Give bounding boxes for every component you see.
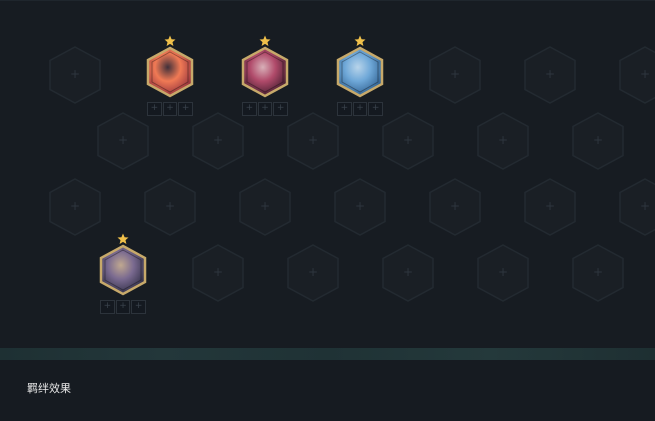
empty-hex-slot[interactable]: + <box>192 112 244 170</box>
empty-hex-slot[interactable]: + <box>619 178 655 236</box>
champion-portrait <box>146 46 194 98</box>
traits-panel: 羁绊效果 <box>0 360 655 421</box>
svg-text:+: + <box>593 265 603 279</box>
board-unit-champion-1[interactable]: + + + <box>144 35 196 118</box>
board-unit-champion-4[interactable]: + + + <box>97 233 149 316</box>
empty-hex-slot[interactable]: + <box>477 244 529 302</box>
svg-text:+: + <box>403 133 413 147</box>
empty-hex-slot[interactable]: + <box>287 244 339 302</box>
empty-hex-slot[interactable]: + <box>239 178 291 236</box>
item-slot[interactable]: + <box>100 300 115 314</box>
empty-hex-slot[interactable]: + <box>382 244 434 302</box>
svg-text:+: + <box>593 133 603 147</box>
svg-text:+: + <box>70 199 80 213</box>
item-slot[interactable]: + <box>115 300 131 314</box>
empty-hex-slot[interactable]: + <box>429 178 481 236</box>
empty-hex-slot[interactable]: + <box>524 178 576 236</box>
item-slots: + + + <box>242 102 289 116</box>
svg-text:+: + <box>118 133 128 147</box>
empty-hex-slot[interactable]: + <box>619 46 655 104</box>
item-slots: + + + <box>100 300 147 314</box>
champion-portrait <box>336 46 384 98</box>
item-slot[interactable]: + <box>352 102 368 116</box>
svg-text:+: + <box>213 133 223 147</box>
item-slot[interactable]: + <box>337 102 352 116</box>
empty-hex-slot[interactable]: + <box>49 178 101 236</box>
svg-text:+: + <box>545 67 555 81</box>
empty-hex-slot[interactable]: + <box>572 244 624 302</box>
empty-hex-slot[interactable]: + <box>382 112 434 170</box>
svg-text:+: + <box>545 199 555 213</box>
champion-portrait <box>241 46 289 98</box>
svg-text:+: + <box>260 199 270 213</box>
item-slot[interactable]: + <box>273 102 289 116</box>
svg-text:+: + <box>640 67 650 81</box>
svg-text:+: + <box>165 199 175 213</box>
empty-hex-slot[interactable]: + <box>572 112 624 170</box>
svg-text:+: + <box>70 67 80 81</box>
empty-hex-slot[interactable]: + <box>429 46 481 104</box>
item-slot[interactable]: + <box>242 102 257 116</box>
empty-hex-slot[interactable]: + <box>524 46 576 104</box>
champion-portrait <box>99 244 147 296</box>
svg-text:+: + <box>450 67 460 81</box>
svg-text:+: + <box>640 199 650 213</box>
empty-hex-slot[interactable]: + <box>334 178 386 236</box>
svg-text:+: + <box>450 199 460 213</box>
empty-hex-slot[interactable]: + <box>192 244 244 302</box>
svg-text:+: + <box>308 133 318 147</box>
item-slot[interactable]: + <box>162 102 178 116</box>
game-board: + + + + + + + + + + + + + + + + + + + + … <box>0 0 655 349</box>
svg-text:+: + <box>308 265 318 279</box>
traits-title: 羁绊效果 <box>27 382 71 395</box>
svg-text:+: + <box>498 133 508 147</box>
empty-hex-slot[interactable]: + <box>477 112 529 170</box>
empty-hex-slot[interactable]: + <box>97 112 149 170</box>
item-slot[interactable]: + <box>147 102 162 116</box>
item-slot[interactable]: + <box>131 300 147 314</box>
item-slots: + + + <box>337 102 384 116</box>
board-unit-champion-3[interactable]: + + + <box>334 35 386 118</box>
item-slot[interactable]: + <box>368 102 384 116</box>
item-slot[interactable]: + <box>257 102 273 116</box>
svg-text:+: + <box>498 265 508 279</box>
svg-text:+: + <box>403 265 413 279</box>
board-unit-champion-2[interactable]: + + + <box>239 35 291 118</box>
board-divider <box>0 348 655 360</box>
empty-hex-slot[interactable]: + <box>49 46 101 104</box>
empty-hex-slot[interactable]: + <box>144 178 196 236</box>
empty-hex-slot[interactable]: + <box>287 112 339 170</box>
item-slots: + + + <box>147 102 194 116</box>
item-slot[interactable]: + <box>178 102 194 116</box>
svg-text:+: + <box>213 265 223 279</box>
svg-text:+: + <box>355 199 365 213</box>
